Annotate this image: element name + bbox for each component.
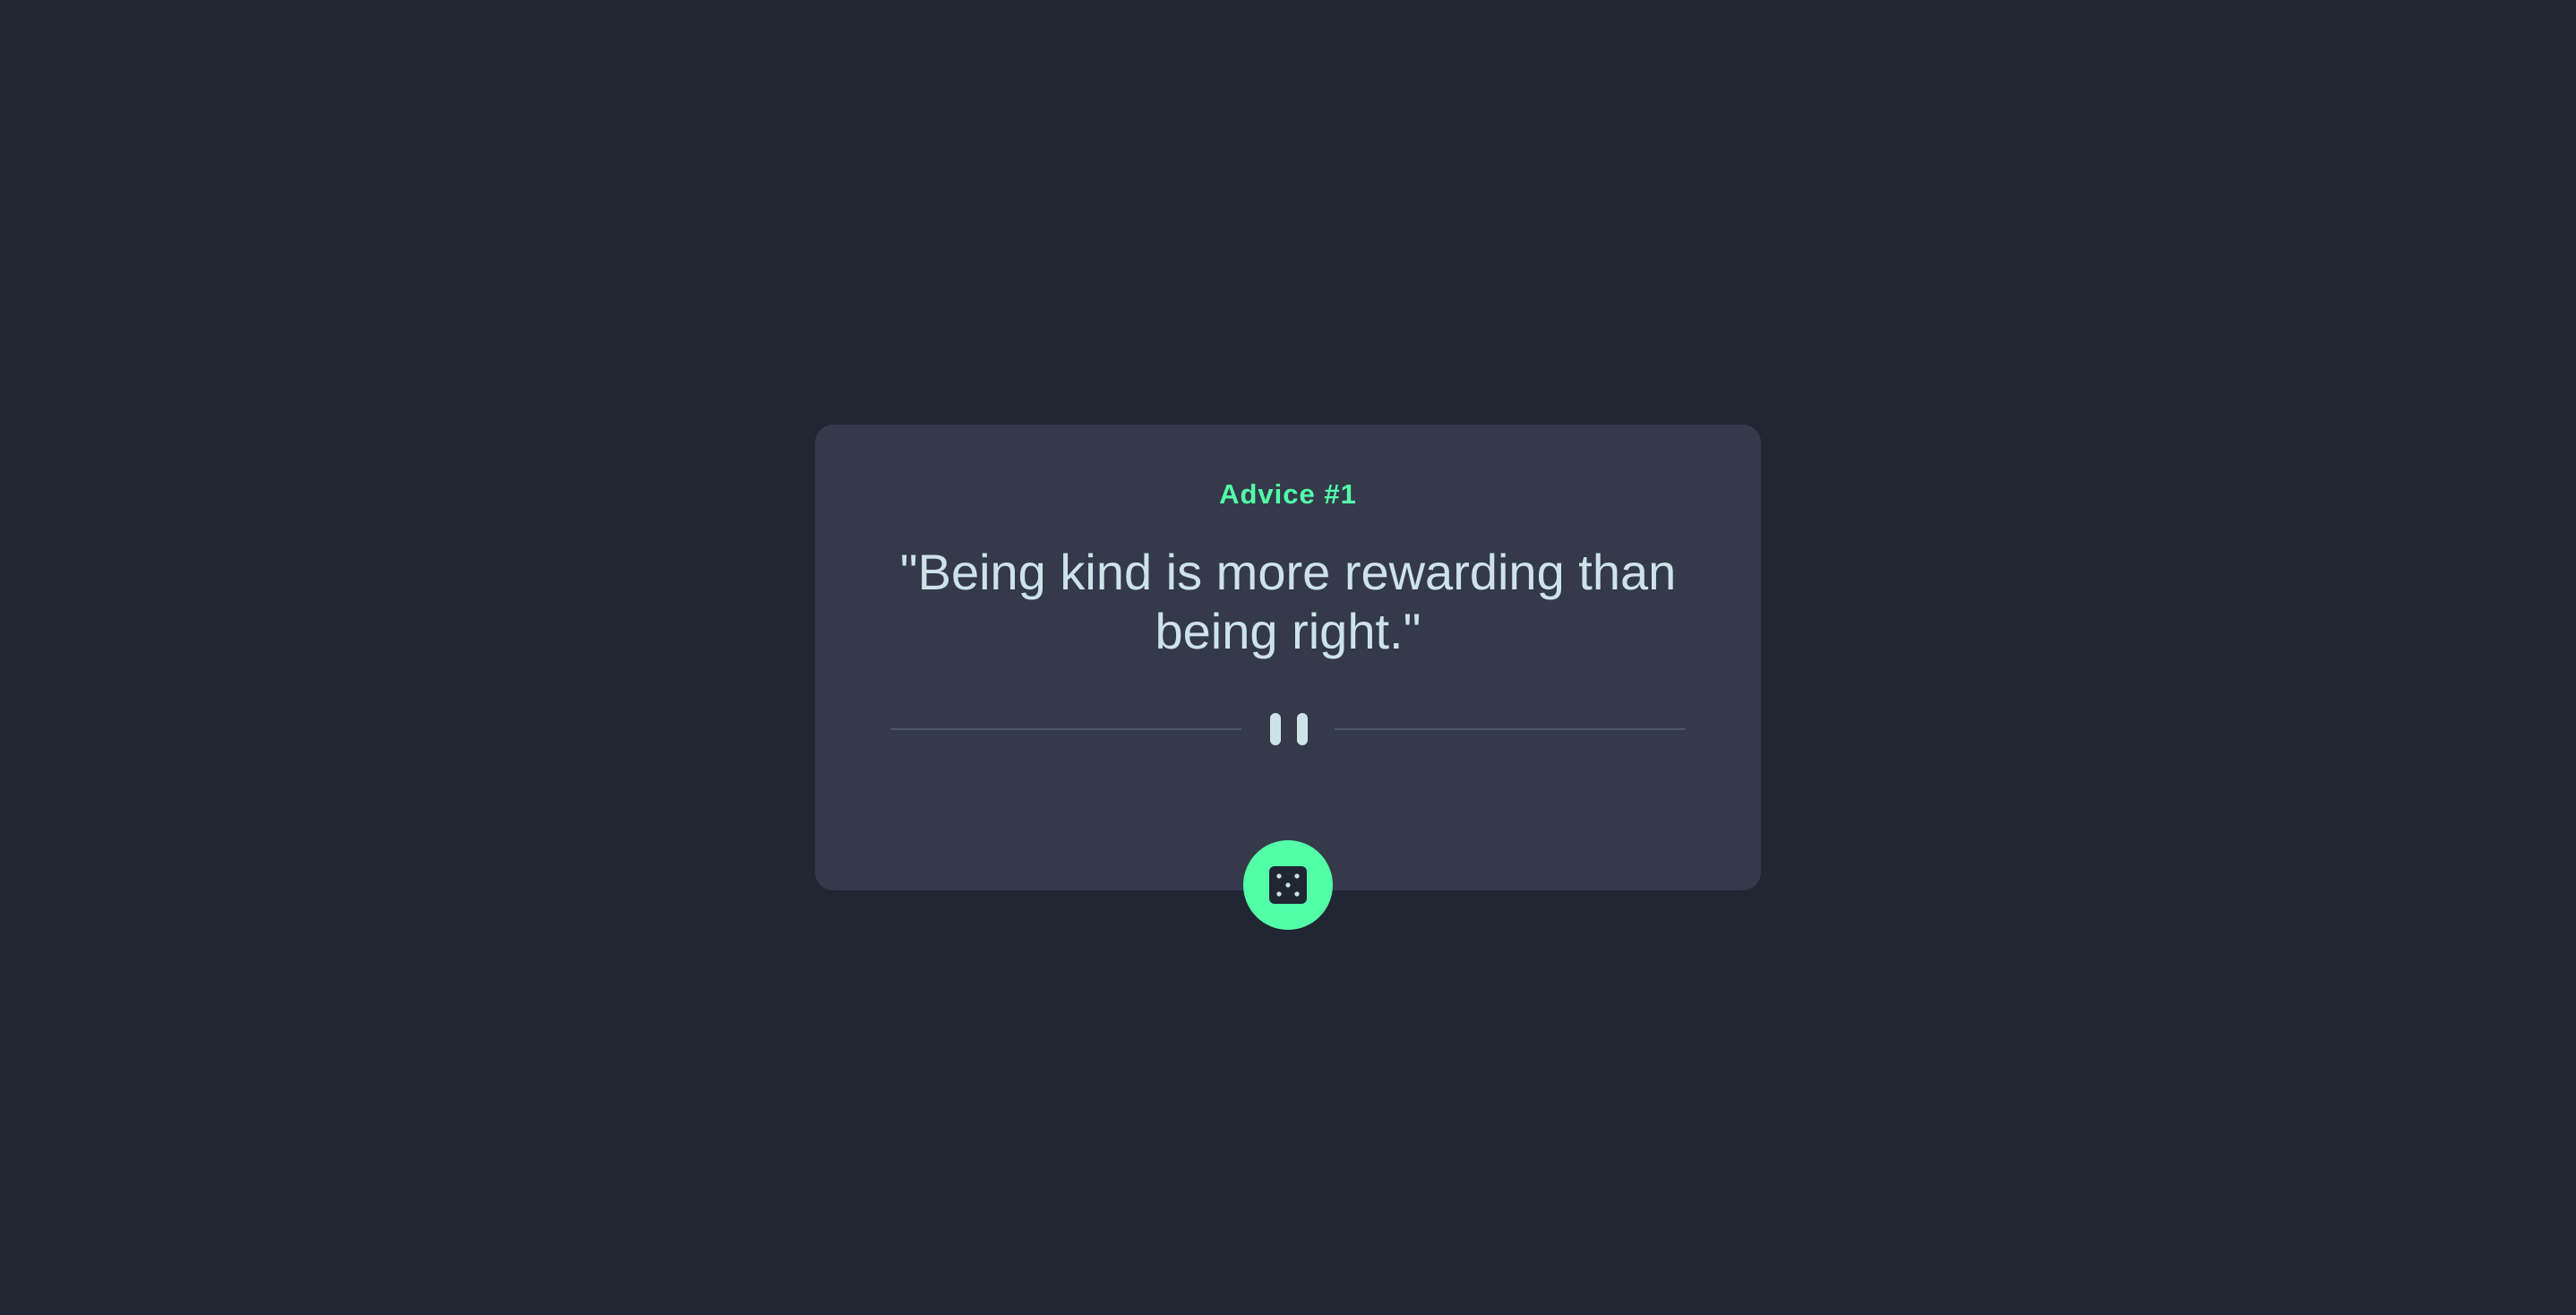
advice-quote: "Being kind is more rewarding than being… <box>899 544 1677 659</box>
divider-line-left <box>890 728 1241 730</box>
generate-advice-button[interactable] <box>1243 840 1333 930</box>
dice-icon <box>1269 866 1307 904</box>
pause-bar-left <box>1270 713 1281 745</box>
pause-bar-right <box>1297 713 1308 745</box>
advice-id-label: Advice #1 <box>1219 478 1357 510</box>
divider-line-right <box>1335 728 1686 730</box>
divider <box>890 713 1686 745</box>
advice-card: Advice #1 "Being kind is more rewarding … <box>815 425 1761 890</box>
pause-icon <box>1270 713 1308 745</box>
